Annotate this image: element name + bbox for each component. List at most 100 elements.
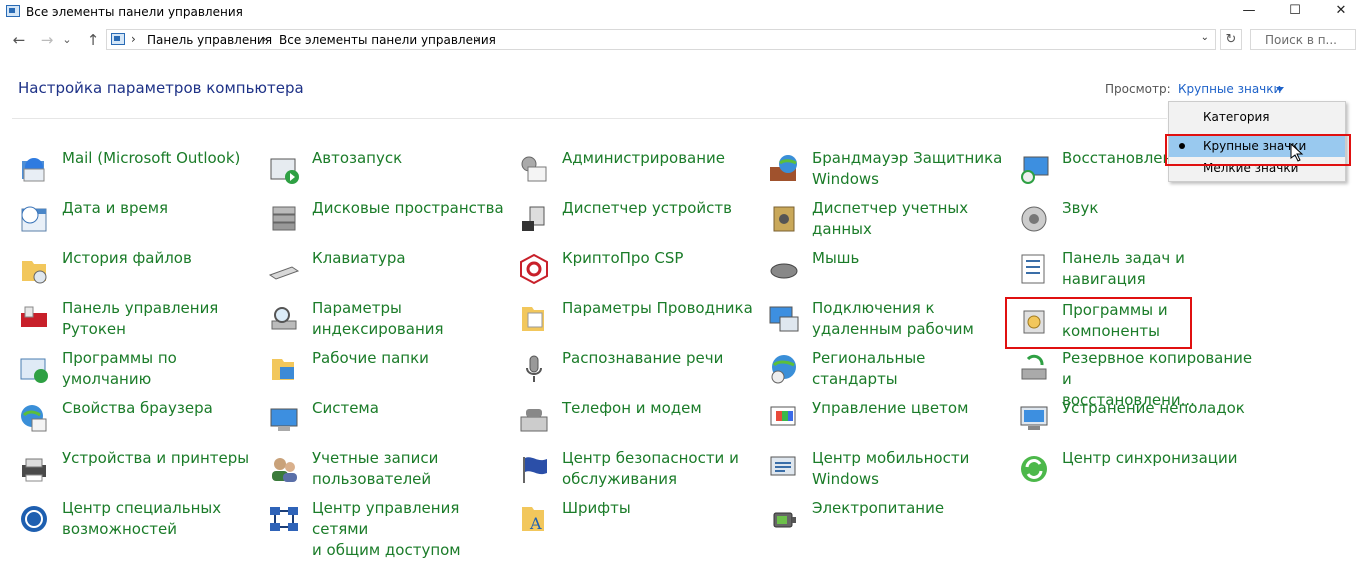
network-center-icon [268, 503, 300, 535]
view-option-category[interactable]: Категория [1169, 106, 1345, 128]
autoplay-icon [268, 153, 300, 185]
address-dropdown-button[interactable]: ⌄ [1201, 32, 1209, 43]
highlight-box [1165, 134, 1351, 166]
cp-item[interactable]: Центр синхронизации [1018, 448, 1258, 492]
cp-item-label: Учетные записи пользователей [312, 449, 439, 488]
ease-of-access-icon [18, 503, 50, 535]
default-programs-icon [18, 353, 50, 385]
cp-item[interactable]: Управление цветом [768, 398, 1008, 442]
cp-item-label: Администрирование [562, 149, 726, 167]
cp-item-label: История файлов [62, 249, 192, 267]
view-label: Просмотр: [1105, 82, 1171, 96]
refresh-button[interactable]: ↻ [1220, 29, 1242, 50]
cp-item-label: Параметры Проводника [562, 299, 753, 317]
cp-item-label: Центр мобильности Windows [812, 449, 970, 488]
cp-item[interactable]: Свойства браузера [18, 398, 258, 442]
firewall-icon [768, 153, 800, 185]
file-history-icon [18, 253, 50, 285]
minimize-button[interactable]: — [1226, 0, 1272, 24]
cp-item-label: Mail (Microsoft Outlook) [62, 149, 241, 167]
forward-button[interactable]: → [36, 28, 58, 52]
cp-item-label: КриптоПро CSP [562, 249, 684, 267]
cp-item[interactable]: Дата и время [18, 198, 258, 242]
security-center-icon [518, 453, 550, 485]
devices-printers-icon [18, 453, 50, 485]
breadcrumb-all-items[interactable]: Все элементы панели управления [279, 33, 496, 47]
cp-item-label: Шрифты [562, 499, 631, 517]
remote-desktop-icon [768, 303, 800, 335]
page-title: Настройка параметров компьютера [18, 79, 304, 97]
cp-item-label: Диспетчер учетных данных [812, 199, 969, 238]
breadcrumb-separator[interactable]: › [131, 32, 136, 46]
cp-item[interactable]: Центр управления сетями и общим доступом [268, 498, 508, 559]
view-option-label: Категория [1203, 110, 1270, 124]
recovery-icon [1018, 153, 1050, 185]
cp-item-label: Центр управления сетями и общим доступом [312, 499, 461, 559]
cp-item[interactable]: Мышь [768, 248, 1008, 292]
cp-item[interactable]: Брандмауэр Защитника Windows [768, 148, 1008, 192]
cp-item[interactable]: Автозапуск [268, 148, 508, 192]
cp-item-label: Мышь [812, 249, 860, 267]
cp-item[interactable]: Система [268, 398, 508, 442]
explorer-options-icon [518, 303, 550, 335]
cp-item[interactable]: Звук [1018, 198, 1258, 242]
cp-item[interactable]: Резервное копирование и восстановлени... [1018, 348, 1258, 409]
speech-icon [518, 353, 550, 385]
cp-item[interactable]: Клавиатура [268, 248, 508, 292]
cp-item[interactable]: Программы по умолчанию [18, 348, 258, 392]
cp-item[interactable]: Центр безопасности и обслуживания [518, 448, 758, 492]
cp-item[interactable]: A Шрифты [518, 498, 758, 542]
chevron-down-icon [1276, 87, 1284, 92]
title-bar: Все элементы панели управления — ☐ ✕ [0, 0, 1365, 24]
cp-item[interactable]: КриптоПро CSP [518, 248, 758, 292]
cp-item[interactable]: Центр специальных возможностей [18, 498, 258, 542]
up-button[interactable]: ↑ [82, 28, 104, 52]
recent-locations-button[interactable]: ⌄ [60, 28, 74, 52]
cp-item[interactable]: Подключения к удаленным рабочим [768, 298, 1008, 342]
cp-item[interactable]: Диспетчер учетных данных [768, 198, 1008, 242]
control-panel-icon [111, 33, 125, 45]
cp-item-label: Диспетчер устройств [562, 199, 733, 217]
device-manager-icon [518, 203, 550, 235]
back-button[interactable]: ← [8, 28, 30, 52]
cp-item[interactable]: Параметры индексирования [268, 298, 508, 342]
cp-item[interactable]: Устранение неполадок [1018, 398, 1258, 442]
search-input[interactable]: Поиск в п... [1250, 29, 1356, 50]
rutoken-icon [18, 303, 50, 335]
maximize-button[interactable]: ☐ [1272, 0, 1318, 24]
cp-item[interactable]: Телефон и модем [518, 398, 758, 442]
view-select[interactable]: Крупные значки [1168, 80, 1292, 100]
cp-item[interactable]: Администрирование [518, 148, 758, 192]
cp-item[interactable]: Электропитание [768, 498, 1008, 542]
cp-item[interactable]: Диспетчер устройств [518, 198, 758, 242]
cp-item[interactable]: Устройства и принтеры [18, 448, 258, 492]
cp-item[interactable]: Региональные стандарты [768, 348, 1008, 392]
cp-item-label: Брандмауэр Защитника Windows [812, 149, 1003, 188]
system-icon [268, 403, 300, 435]
admin-tools-icon [518, 153, 550, 185]
close-button[interactable]: ✕ [1318, 0, 1364, 24]
backup-icon [1018, 353, 1050, 385]
region-icon [768, 353, 800, 385]
breadcrumb-control-panel[interactable]: Панель управления [147, 33, 272, 47]
breadcrumb-separator[interactable]: › [475, 32, 480, 46]
breadcrumb-separator[interactable]: › [262, 32, 267, 46]
cp-item[interactable]: Панель управления Рутокен [18, 298, 258, 342]
cp-item[interactable]: История файлов [18, 248, 258, 292]
cp-item-label: Клавиатура [312, 249, 406, 267]
cp-item[interactable]: Учетные записи пользователей [268, 448, 508, 492]
cp-item-label: Программы по умолчанию [62, 349, 177, 388]
cp-item[interactable]: Панель задач и навигация [1018, 248, 1258, 292]
cp-item-label: Телефон и модем [562, 399, 702, 417]
address-bar[interactable]: › Панель управления › Все элементы панел… [106, 29, 1216, 50]
cp-item[interactable]: Рабочие папки [268, 348, 508, 392]
keyboard-icon [268, 253, 300, 285]
cp-item[interactable]: Центр мобильности Windows [768, 448, 1008, 492]
cp-item-label: Панель задач и навигация [1062, 249, 1185, 288]
storage-spaces-icon [268, 203, 300, 235]
cp-item[interactable]: Параметры Проводника [518, 298, 758, 342]
cp-item[interactable]: Mail (Microsoft Outlook) [18, 148, 258, 192]
cp-item[interactable]: Дисковые пространства [268, 198, 508, 242]
cp-item[interactable]: Распознавание речи [518, 348, 758, 392]
cp-item-label: Устранение неполадок [1062, 399, 1245, 417]
